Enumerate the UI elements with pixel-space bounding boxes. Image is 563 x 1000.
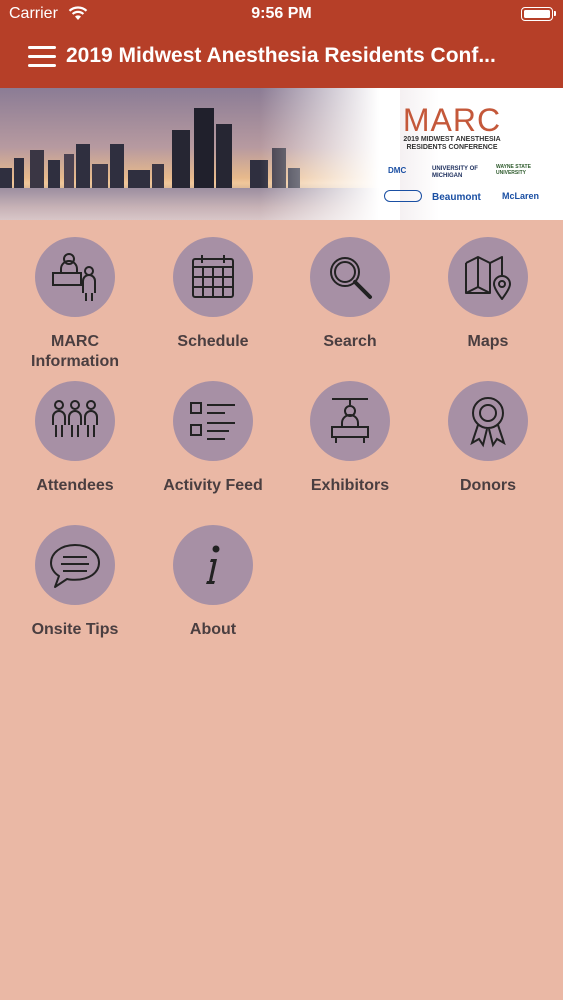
menu-item-about[interactable]: About	[144, 525, 282, 640]
sponsor-mclaren: McLaren	[502, 191, 540, 201]
chat-bubble-icon	[35, 525, 115, 605]
calendar-icon	[173, 237, 253, 317]
sponsor-wayne-state: WAYNE STATE UNIVERSITY	[496, 164, 531, 176]
menu-item-exhibitors[interactable]: Exhibitors	[281, 381, 419, 496]
menu-item-label: Attendees	[36, 477, 114, 494]
menu-item-marc-information[interactable]: MARC Information	[6, 237, 144, 372]
sponsor-oval-logo	[384, 190, 422, 202]
menu-item-label: Maps	[467, 333, 509, 350]
menu-item-label: Exhibitors	[310, 477, 390, 494]
menu-item-onsite-tips[interactable]: Onsite Tips	[6, 525, 144, 640]
app-header: Carrier 9:56 PM 2019 Midwest Anesthesia …	[0, 0, 563, 88]
hamburger-menu-button[interactable]	[26, 44, 58, 70]
menu-item-schedule[interactable]: Schedule	[144, 237, 282, 352]
menu-item-label: Activity Feed	[163, 477, 263, 494]
menu-item-label: Search	[323, 333, 377, 350]
people-group-icon	[35, 381, 115, 461]
menu-item-label: Donors	[460, 477, 516, 494]
conference-banner: MARC 2019 MIDWEST ANESTHESIA RESIDENTS C…	[0, 88, 563, 220]
menu-item-search[interactable]: Search	[281, 237, 419, 352]
menu-item-label: Onsite Tips	[31, 621, 119, 638]
marc-logo-line1: 2019 MIDWEST ANESTHESIA	[403, 136, 501, 143]
menu-item-maps[interactable]: Maps	[419, 237, 557, 352]
list-icon	[173, 381, 253, 461]
marc-logo-text: MARC	[402, 102, 502, 138]
info-icon	[173, 525, 253, 605]
clock: 9:56 PM	[251, 5, 312, 22]
marc-logo: MARC 2019 MIDWEST ANESTHESIA RESIDENTS C…	[392, 104, 512, 152]
exhibitor-booth-icon	[310, 381, 390, 461]
status-bar: Carrier 9:56 PM	[0, 0, 563, 30]
menu-item-activity-feed[interactable]: Activity Feed	[144, 381, 282, 496]
search-icon	[310, 237, 390, 317]
menu-item-label: About	[189, 621, 237, 638]
page-title: 2019 Midwest Anesthesia Residents Conf..…	[66, 44, 496, 67]
menu-item-label: Schedule	[177, 333, 249, 350]
sponsor-michigan: UNIVERSITY OF MICHIGAN	[432, 166, 478, 179]
reception-desk-icon	[35, 237, 115, 317]
menu-item-donors[interactable]: Donors	[419, 381, 557, 496]
sponsor-beaumont: Beaumont	[432, 192, 481, 203]
award-ribbon-icon	[448, 381, 528, 461]
menu-item-label: MARC Information	[31, 333, 119, 370]
map-icon	[448, 237, 528, 317]
marc-logo-line2: RESIDENTS CONFERENCE	[406, 144, 498, 151]
battery-icon	[521, 7, 556, 21]
sponsor-dmc: DMC	[388, 166, 407, 175]
menu-item-attendees[interactable]: Attendees	[6, 381, 144, 496]
